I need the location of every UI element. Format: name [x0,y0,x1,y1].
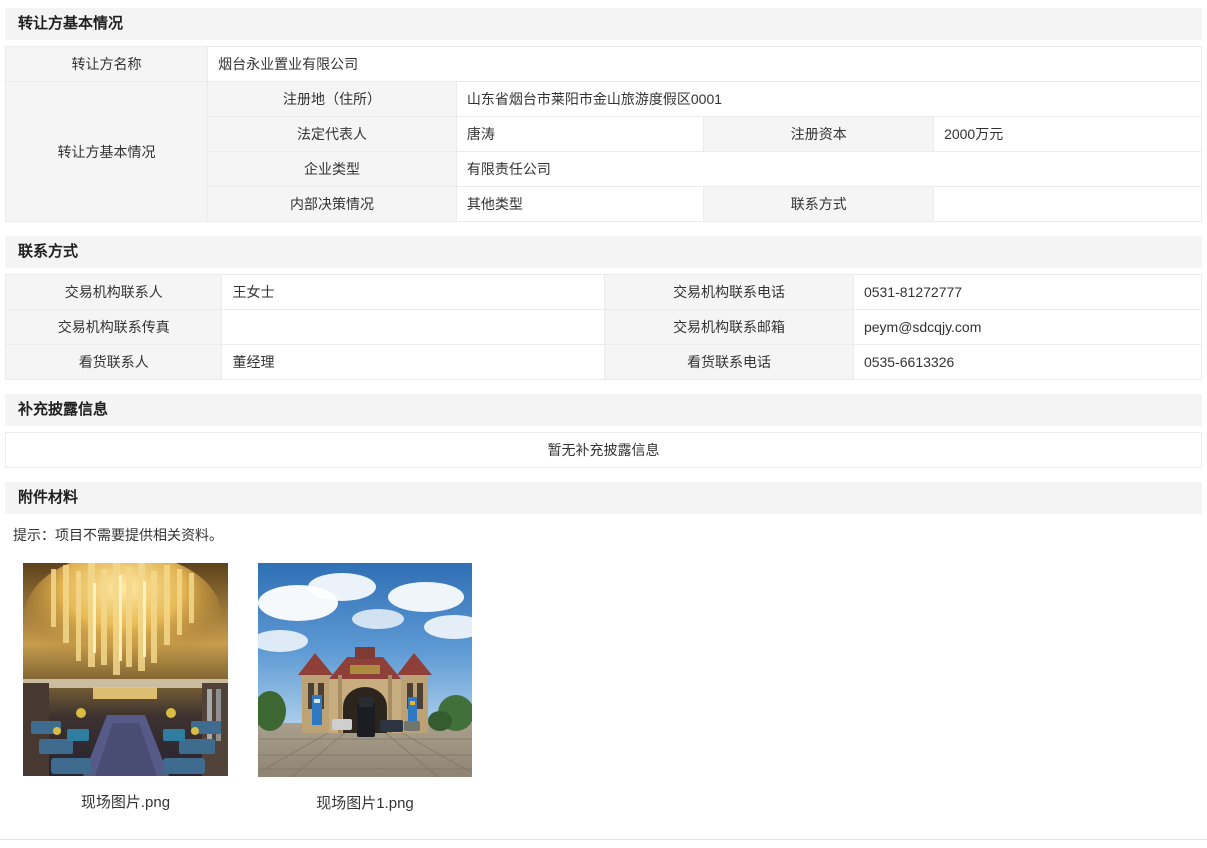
field-value-contact-method [934,187,1202,222]
field-value-agency-email: peym@sdcqjy.com [853,310,1201,345]
field-label-registered-capital: 注册资本 [704,117,934,152]
site-photo-gate-image[interactable] [258,563,472,777]
table-row: 转让方名称 烟台永业置业有限公司 [6,47,1202,82]
contact-table: 交易机构联系人 王女士 交易机构联系电话 0531-81272777 交易机构联… [5,274,1202,380]
field-value-registered-capital: 2000万元 [934,117,1202,152]
field-label-transferor-name: 转让方名称 [6,47,208,82]
table-row: 转让方基本情况 注册地（住所） 山东省烟台市莱阳市金山旅游度假区0001 [6,82,1202,117]
field-label-inspection-phone: 看货联系电话 [605,345,854,380]
field-label-legal-representative: 法定代表人 [208,117,457,152]
section-supplement: 补充披露信息 暂无补充披露信息 [5,394,1202,468]
field-value-agency-fax [222,310,605,345]
attachments-list: 现场图片.png [23,563,1202,813]
field-value-legal-representative: 唐涛 [456,117,704,152]
table-row: 交易机构联系传真 交易机构联系邮箱 peym@sdcqjy.com [6,310,1202,345]
field-value-internal-decision: 其他类型 [456,187,704,222]
field-label-agency-fax: 交易机构联系传真 [6,310,222,345]
field-label-agency-contact: 交易机构联系人 [6,275,222,310]
section-title-supplement: 补充披露信息 [5,394,1202,426]
field-value-transferor-name: 烟台永业置业有限公司 [208,47,1202,82]
field-value-inspection-phone: 0535-6613326 [853,345,1201,380]
section-transferor: 转让方基本情况 转让方名称 烟台永业置业有限公司 转让方基本情况 注册地（住所）… [5,8,1202,222]
field-value-agency-phone: 0531-81272777 [853,275,1201,310]
table-row: 交易机构联系人 王女士 交易机构联系电话 0531-81272777 [6,275,1202,310]
section-title-contact: 联系方式 [5,236,1202,268]
section-contact: 联系方式 交易机构联系人 王女士 交易机构联系电话 0531-81272777 … [5,236,1202,380]
field-value-agency-contact: 王女士 [222,275,605,310]
field-label-group: 转让方基本情况 [6,82,208,222]
field-label-registered-address: 注册地（住所） [208,82,457,117]
attachment-caption: 现场图片.png [23,793,228,812]
table-row: 暂无补充披露信息 [6,433,1202,468]
field-value-enterprise-type: 有限责任公司 [456,152,1201,187]
table-row: 看货联系人 董经理 看货联系电话 0535-6613326 [6,345,1202,380]
section-title-transferor: 转让方基本情况 [5,8,1202,40]
site-photo-lobby-image[interactable] [23,563,228,776]
field-label-inspection-contact: 看货联系人 [6,345,222,380]
attachments-hint: 提示：项目不需要提供相关资料。 [13,526,1202,545]
field-value-inspection-contact: 董经理 [222,345,605,380]
field-label-agency-email: 交易机构联系邮箱 [605,310,854,345]
field-label-enterprise-type: 企业类型 [208,152,457,187]
field-label-contact-method: 联系方式 [704,187,934,222]
field-label-internal-decision: 内部决策情况 [208,187,457,222]
field-value-registered-address: 山东省烟台市莱阳市金山旅游度假区0001 [456,82,1201,117]
attachment-item[interactable]: 现场图片1.png [258,563,472,813]
attachment-caption: 现场图片1.png [258,794,472,813]
section-title-attachments: 附件材料 [5,482,1202,514]
transferor-table: 转让方名称 烟台永业置业有限公司 转让方基本情况 注册地（住所） 山东省烟台市莱… [5,46,1202,222]
field-label-agency-phone: 交易机构联系电话 [605,275,854,310]
section-attachments: 附件材料 提示：项目不需要提供相关资料。 [5,482,1202,813]
attachment-item[interactable]: 现场图片.png [23,563,228,812]
supplement-table: 暂无补充披露信息 [5,432,1202,468]
asset-disclosure-page: 转让方基本情况 转让方名称 烟台永业置业有限公司 转让方基本情况 注册地（住所）… [0,0,1207,840]
supplement-empty-text: 暂无补充披露信息 [6,433,1202,468]
